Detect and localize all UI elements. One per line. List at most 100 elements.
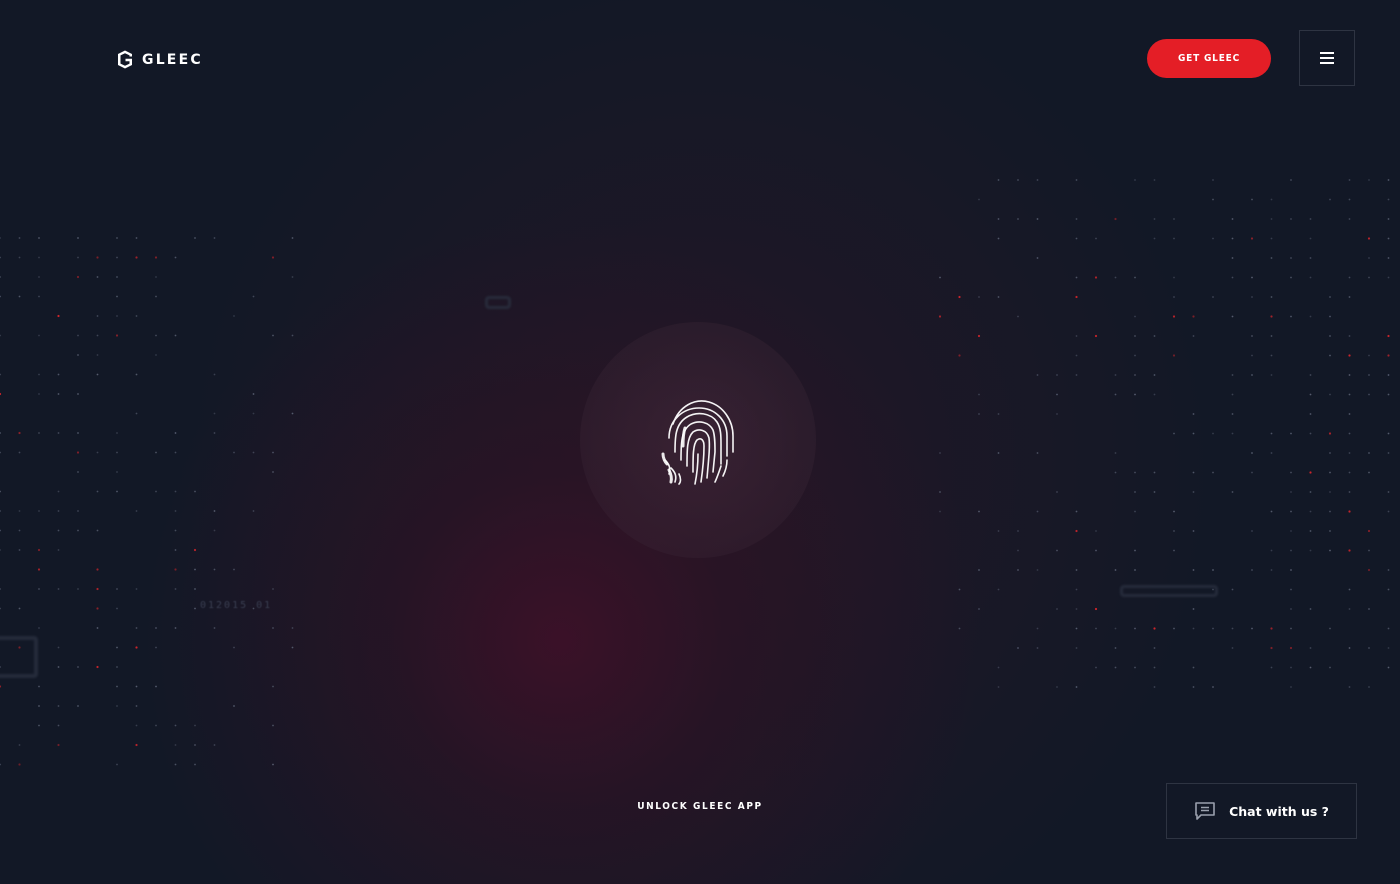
background-dot (116, 256, 118, 259)
background-dot (96, 529, 99, 532)
background-dot (1290, 491, 1292, 493)
hamburger-menu-icon (1320, 49, 1334, 67)
background-dot (1036, 452, 1039, 454)
background-dot (0, 685, 2, 688)
background-dot (1153, 471, 1156, 474)
background-dot (1231, 647, 1234, 649)
background-dot (1348, 354, 1351, 357)
background-dot (1290, 530, 1292, 532)
background-dot (272, 627, 274, 629)
background-dot (1153, 666, 1156, 669)
background-dot (1212, 627, 1214, 630)
background-dot (1270, 432, 1273, 435)
background-dot (213, 412, 216, 415)
background-dot (1017, 569, 1019, 571)
background-dot (1075, 529, 1078, 533)
background-dot (1368, 393, 1370, 396)
background-dot (1270, 335, 1273, 337)
background-dot (1387, 588, 1390, 591)
background-dot (1329, 471, 1331, 474)
background-dot (1017, 549, 1019, 552)
background-dot (76, 451, 80, 454)
background-dot (1348, 432, 1351, 435)
background-dot (1075, 647, 1078, 649)
background-dot (96, 568, 99, 571)
menu-button[interactable] (1299, 30, 1355, 86)
background-dot (0, 334, 1, 337)
background-dot (272, 334, 274, 337)
background-dot (997, 452, 1000, 454)
background-dot (1134, 374, 1136, 376)
background-dot (1387, 510, 1390, 513)
unlock-app-label[interactable]: UNLOCK GLEEC APP (600, 801, 800, 812)
background-dot (1075, 374, 1078, 376)
background-dot (997, 666, 1000, 669)
background-dot (1387, 276, 1390, 279)
background-dot (1075, 276, 1078, 279)
background-dot (213, 510, 216, 512)
background-dot (272, 763, 274, 766)
background-dot (272, 588, 274, 590)
background-dot (1153, 335, 1156, 337)
background-dot (1348, 179, 1351, 181)
background-dot (1017, 315, 1019, 318)
background-dot (1231, 237, 1234, 240)
background-dot (18, 451, 21, 454)
background-dot (1114, 217, 1117, 221)
brand-logo[interactable]: GLEEC (116, 49, 203, 70)
background-dot (1329, 296, 1331, 298)
chat-with-us-button[interactable]: Chat with us ? (1166, 783, 1357, 839)
background-dot (1056, 549, 1058, 552)
background-dot (938, 315, 942, 318)
background-dot (1367, 568, 1371, 572)
background-dot (1212, 237, 1214, 240)
background-dot (233, 451, 235, 454)
background-dot (1309, 666, 1312, 669)
background-dot (38, 588, 40, 590)
background-dot (958, 295, 961, 299)
background-dot (1309, 647, 1312, 649)
background-dot (1036, 569, 1039, 571)
background-dot (997, 686, 1000, 688)
background-dot (1270, 569, 1273, 571)
background-dot (135, 256, 138, 259)
background-dot (1368, 608, 1370, 610)
background-dot (18, 237, 21, 239)
background-dot (1075, 179, 1078, 181)
background-dot (1368, 374, 1370, 376)
background-dot (135, 412, 138, 415)
background-dot (1387, 393, 1390, 396)
background-dot (1056, 413, 1058, 415)
background-dot (1114, 647, 1117, 649)
background-dot (1387, 179, 1390, 181)
background-dot (1368, 354, 1370, 357)
background-dot (1056, 686, 1058, 688)
background-dot (1270, 452, 1273, 454)
background-dot (155, 334, 157, 337)
background-dot (174, 432, 177, 434)
background-dot (1348, 686, 1351, 688)
background-dot (1270, 627, 1273, 630)
background-dot (1075, 569, 1078, 571)
background-dot (1192, 666, 1195, 669)
get-gleec-button[interactable]: GET GLEEC (1147, 39, 1271, 78)
background-dot (1387, 237, 1390, 240)
background-dot (1387, 647, 1390, 649)
background-dot (135, 705, 138, 707)
background-dot (1309, 549, 1312, 552)
background-dot (1134, 471, 1136, 474)
background-dot (57, 705, 60, 707)
background-dot (0, 490, 1, 493)
background-dot (18, 510, 21, 512)
fingerprint-unlock-button[interactable] (580, 322, 816, 558)
background-dot (1270, 315, 1273, 318)
background-dot (194, 724, 196, 727)
background-dot (174, 763, 177, 766)
background-dot (1309, 393, 1312, 396)
background-dot (1212, 432, 1214, 435)
background-dot (272, 451, 274, 454)
background-dot (1134, 393, 1136, 396)
background-dot (1153, 627, 1156, 630)
background-dot (1094, 276, 1098, 279)
background-dot (1114, 627, 1117, 630)
